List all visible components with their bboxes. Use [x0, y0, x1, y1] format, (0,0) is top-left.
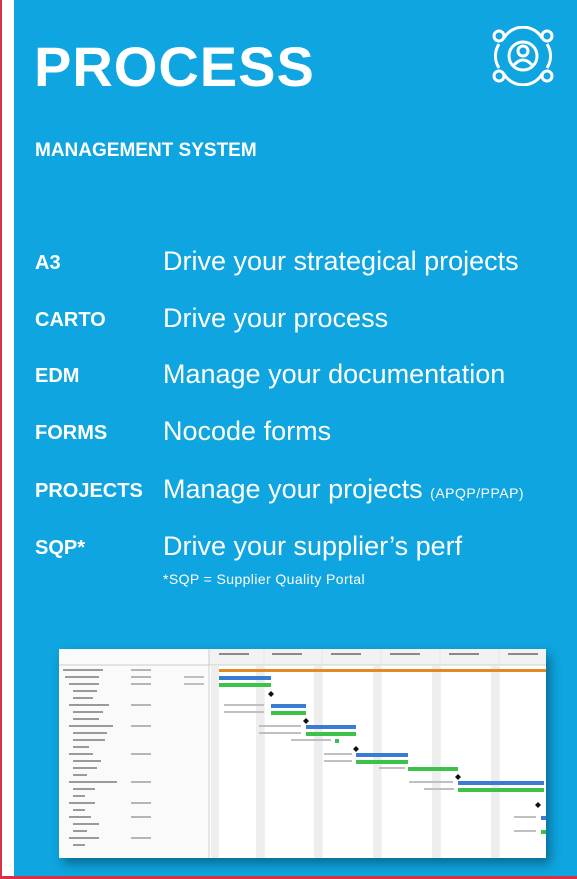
module-description: Drive your process: [163, 303, 389, 333]
module-key: A3: [35, 252, 61, 274]
user-target-icon: [489, 25, 557, 87]
module-key: FORMS: [35, 422, 108, 444]
module-key: EDM: [35, 365, 80, 387]
module-key: SQP*: [35, 537, 86, 559]
module-description-wrapper: Manage your projects (APQP/PPAP): [163, 474, 524, 505]
page-title: PROCESS: [34, 35, 315, 98]
sqp-footnote: *SQP = Supplier Quality Portal: [163, 571, 366, 587]
gantt-chart-screenshot: [59, 649, 546, 858]
module-key: CARTO: [35, 309, 106, 331]
left-accent-border: [0, 0, 2, 879]
process-card: PROCESS MANAGEMENT SYSTEM A3 Drive your …: [14, 0, 577, 876]
module-description: Drive your supplier’s perf: [163, 531, 463, 561]
module-description: Drive your strategical projects: [163, 246, 519, 276]
module-description: Nocode forms: [163, 416, 332, 446]
module-key: PROJECTS: [35, 480, 143, 502]
module-description: Manage your projects: [163, 474, 423, 504]
module-description: Manage your documentation: [163, 359, 506, 389]
page-subtitle: MANAGEMENT SYSTEM: [35, 140, 257, 161]
module-note: (APQP/PPAP): [430, 485, 525, 501]
